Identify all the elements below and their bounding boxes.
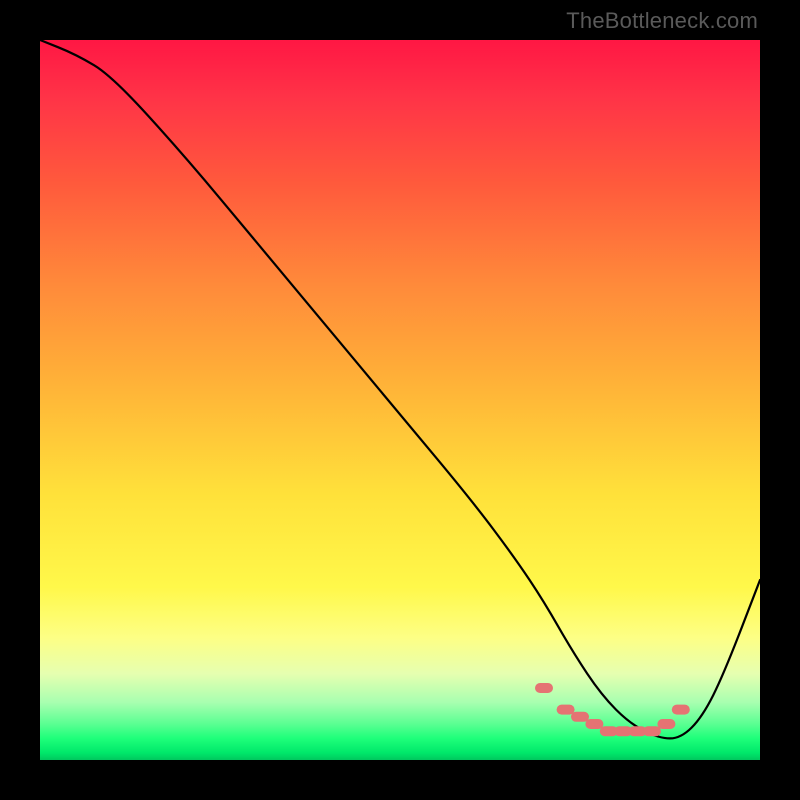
bead-marker (643, 726, 661, 736)
watermark-text: TheBottleneck.com (566, 8, 758, 34)
bead-marker (585, 719, 603, 729)
bead-marker (557, 705, 575, 715)
chart-frame: TheBottleneck.com (0, 0, 800, 800)
beads-layer (40, 40, 760, 760)
bead-marker (657, 719, 675, 729)
plot-area (40, 40, 760, 760)
bead-marker (571, 712, 589, 722)
bead-marker (535, 683, 553, 693)
bead-marker (672, 705, 690, 715)
bead-markers (535, 683, 690, 736)
